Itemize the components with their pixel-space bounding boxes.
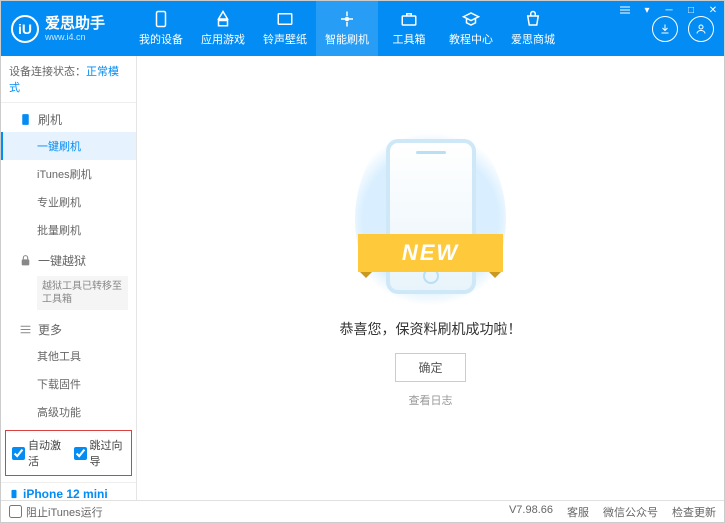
item-advanced[interactable]: 高级功能 [1, 398, 136, 426]
section-flash[interactable]: 刷机 [1, 103, 136, 132]
item-other-tools[interactable]: 其他工具 [1, 342, 136, 370]
confirm-button[interactable]: 确定 [395, 353, 465, 382]
logo-area: iU 爱思助手 www.i4.cn [11, 15, 105, 43]
close-button[interactable]: ✕ [702, 1, 724, 19]
option-highlight-box: 自动激活 跳过向导 [5, 430, 132, 476]
maximize-button[interactable]: □ [680, 1, 702, 19]
checkbox-skip-wizard[interactable]: 跳过向导 [74, 437, 126, 469]
header-actions [652, 16, 714, 42]
new-banner: NEW [358, 234, 503, 272]
apps-icon [214, 10, 232, 28]
wallpaper-icon [276, 10, 294, 28]
section-jailbreak[interactable]: 一键越狱 [1, 244, 136, 273]
phone-icon [19, 113, 32, 126]
nav-ringtone[interactable]: 铃声壁纸 [254, 1, 316, 56]
view-log-link[interactable]: 查看日志 [409, 392, 453, 408]
nav-flash[interactable]: 智能刷机 [316, 1, 378, 56]
device-info[interactable]: iPhone 12 mini 64GB Down-12mini-13,1 [1, 482, 136, 500]
item-batch-flash[interactable]: 批量刷机 [1, 216, 136, 244]
menu-button[interactable] [614, 1, 636, 19]
device-name: iPhone 12 mini [9, 487, 128, 500]
item-download-fw[interactable]: 下载固件 [1, 370, 136, 398]
pin-button[interactable]: ▾ [636, 1, 658, 19]
nav-store[interactable]: 爱思商城 [502, 1, 564, 56]
device-status: 设备连接状态：正常模式 [1, 56, 136, 103]
update-link[interactable]: 检查更新 [672, 504, 716, 520]
menu-icon [620, 6, 630, 14]
download-button[interactable] [652, 16, 678, 42]
support-link[interactable]: 客服 [567, 504, 589, 520]
lock-icon [19, 254, 32, 267]
more-icon [19, 323, 32, 336]
store-icon [524, 10, 542, 28]
minimize-button[interactable]: ─ [658, 1, 680, 19]
download-icon [659, 23, 671, 35]
item-itunes-flash[interactable]: iTunes刷机 [1, 160, 136, 188]
nav-my-device[interactable]: 我的设备 [130, 1, 192, 56]
device-icon [9, 487, 19, 500]
sidebar: 设备连接状态：正常模式 刷机 一键刷机 iTunes刷机 专业刷机 批量刷机 一… [1, 56, 137, 500]
nav-toolbox[interactable]: 工具箱 [378, 1, 440, 56]
block-itunes-checkbox[interactable]: 阻止iTunes运行 [9, 504, 103, 520]
success-illustration: NEW [373, 139, 488, 299]
nav-tutorial[interactable]: 教程中心 [440, 1, 502, 56]
app-header: iU 爱思助手 www.i4.cn 我的设备 应用游戏 铃声壁纸 智能刷机 工具… [1, 1, 724, 56]
success-text: 恭喜您，保资料刷机成功啦！ [340, 319, 522, 339]
section-more[interactable]: 更多 [1, 313, 136, 342]
user-button[interactable] [688, 16, 714, 42]
brand-name: 爱思助手 [45, 16, 105, 31]
window-controls: ▾ ─ □ ✕ [614, 1, 724, 19]
checkbox-auto-activate[interactable]: 自动激活 [12, 437, 64, 469]
item-oneclick-flash[interactable]: 一键刷机 [1, 132, 136, 160]
jailbreak-note: 越狱工具已转移至工具箱 [37, 276, 128, 310]
flash-icon [338, 10, 356, 28]
logo-icon: iU [11, 15, 39, 43]
toolbox-icon [400, 10, 418, 28]
version-label: V7.98.66 [509, 504, 553, 520]
top-nav: 我的设备 应用游戏 铃声壁纸 智能刷机 工具箱 教程中心 爱思商城 [130, 1, 564, 56]
tutorial-icon [462, 10, 480, 28]
main-panel: NEW 恭喜您，保资料刷机成功啦！ 确定 查看日志 [137, 56, 724, 500]
footer: 阻止iTunes运行 V7.98.66 客服 微信公众号 检查更新 [1, 500, 724, 522]
nav-apps[interactable]: 应用游戏 [192, 1, 254, 56]
user-icon [695, 23, 707, 35]
wechat-link[interactable]: 微信公众号 [603, 504, 658, 520]
item-pro-flash[interactable]: 专业刷机 [1, 188, 136, 216]
brand-url: www.i4.cn [45, 33, 105, 42]
phone-icon [152, 10, 170, 28]
